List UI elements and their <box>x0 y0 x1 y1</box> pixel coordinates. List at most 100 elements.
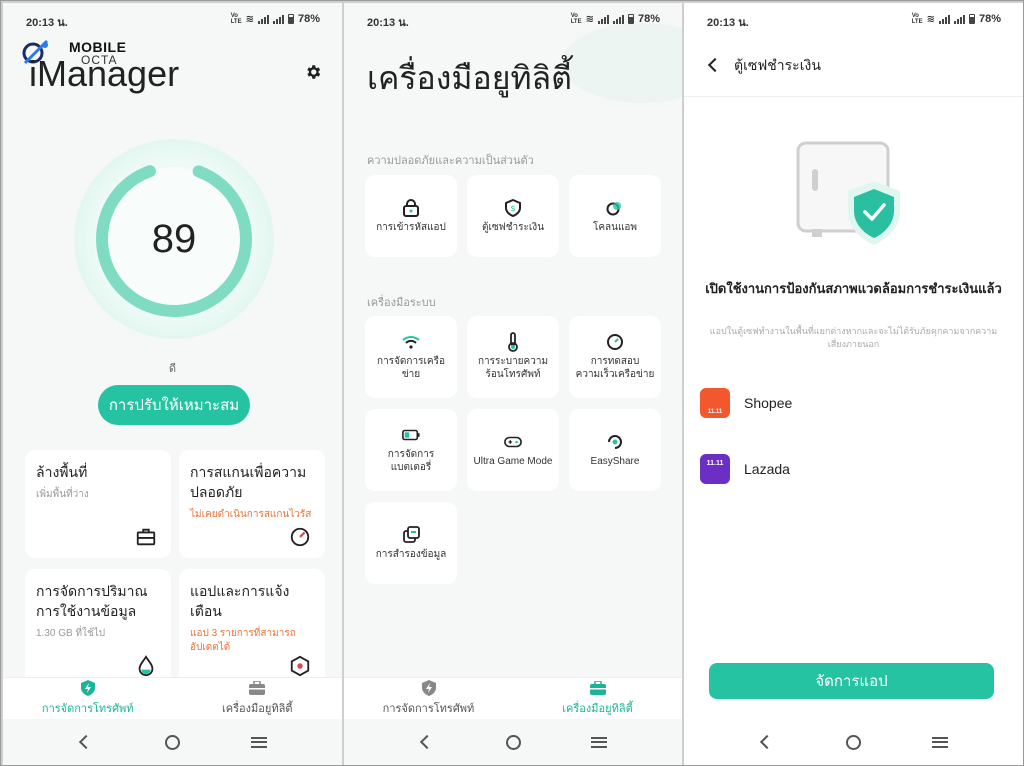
status-icons: Vo LTE ≋ 78% <box>231 13 320 25</box>
gear-icon[interactable] <box>304 63 322 81</box>
payment-safe-screen: 20:13 น. Vo LTE ≋ 78% ตู้เซฟชำระเงิน เปิด… <box>684 3 1023 765</box>
card-data-usage[interactable]: การจัดการปริมาณการใช้งานข้อมูล 1.30 GB ท… <box>25 569 171 689</box>
app-row-lazada[interactable]: 11.11 Lazada <box>700 452 790 486</box>
clone-icon <box>606 199 624 217</box>
system-navbar <box>344 719 682 765</box>
tool-label: การจัดการแบตเตอรี่ <box>387 449 435 473</box>
tool-phone-cooling[interactable]: การระบายความร้อนโทรศัพท์ <box>467 316 559 398</box>
gauge-icon <box>290 527 310 547</box>
card-title: การจัดการปริมาณการใช้งานข้อมูล <box>36 583 148 619</box>
nav-back-button[interactable] <box>407 727 447 757</box>
tool-app-encryption[interactable]: การเข้ารหัสแอป <box>365 175 457 257</box>
droplet-icon <box>138 655 154 677</box>
card-title: การสแกนเพื่อความปลอดภัย <box>190 464 307 500</box>
app-name: Shopee <box>744 395 793 411</box>
wifi-status-icon: ≋ <box>245 13 254 25</box>
health-score: 89 <box>151 217 197 261</box>
screenshot-frame: 20:13 น. Vo LTE ≋ 78% MOBILE OCTA iManage… <box>0 0 1024 766</box>
nav-back-button[interactable] <box>747 727 787 757</box>
signal-icon <box>257 14 269 24</box>
tab-label: การจัดการโทรศัพท์ <box>41 703 134 715</box>
nav-back-button[interactable] <box>66 727 106 757</box>
tab-phone-manager[interactable]: การจัดการโทรศัพท์ <box>3 678 173 719</box>
gamepad-icon <box>504 433 522 451</box>
tool-label: การสำรองข้อมูล <box>375 548 447 560</box>
home-icon <box>505 734 521 750</box>
score-label: ดี <box>168 363 177 375</box>
status-bar: 20:13 น. Vo LTE ≋ 78% <box>3 3 342 33</box>
tool-label: EasyShare <box>590 455 640 467</box>
bottom-tabs: การจัดการโทรศัพท์ เครื่องมือยูทิลิตี้ <box>344 677 682 719</box>
card-apps-notifications[interactable]: แอปและการแจ้งเตือน แอป 3 รายการที่สามารถ… <box>179 569 325 689</box>
status-time: 20:13 น. <box>707 17 749 29</box>
tab-label: การจัดการโทรศัพท์ <box>382 703 475 715</box>
backup-icon <box>402 525 420 544</box>
back-button[interactable] <box>707 57 723 73</box>
bottom-tabs: การจัดการโทรศัพท์ เครื่องมือยูทิลิตี้ <box>3 677 342 719</box>
menu-icon <box>591 736 607 748</box>
utility-tools-screen: 20:13 น. Vo LTE ≋ 78% เครื่องมือยูทิลิตี้… <box>344 3 682 765</box>
nav-home-button[interactable] <box>152 727 192 757</box>
page-title: ตู้เซฟชำระเงิน <box>734 57 821 73</box>
card-security-scan[interactable]: การสแกนเพื่อความปลอดภัย ไม่เคยดำเนินการส… <box>179 450 325 558</box>
nav-home-button[interactable] <box>493 727 533 757</box>
battery-status-icon <box>287 14 294 24</box>
toolbox-icon <box>589 680 606 696</box>
battery-percent: 78% <box>978 13 1001 25</box>
tool-label: การระบายความร้อนโทรศัพท์ <box>477 356 549 380</box>
signal-icon <box>612 14 624 24</box>
tool-network-management[interactable]: การจัดการเครือข่าย <box>365 316 457 398</box>
card-subtitle: เพิ่มพื้นที่ว่าง <box>36 489 89 500</box>
thermometer-icon <box>504 332 522 352</box>
battery-percent: 78% <box>637 13 660 25</box>
nav-recents-button[interactable] <box>239 727 279 757</box>
tool-label: การเข้ารหัสแอป <box>376 221 446 233</box>
signal-icon <box>938 14 950 24</box>
battery-status-icon <box>968 14 975 24</box>
card-clean-space[interactable]: ล้างพื้นที่ เพิ่มพื้นที่ว่าง <box>25 450 171 558</box>
nav-home-button[interactable] <box>833 727 873 757</box>
svg-text:$: $ <box>510 204 515 213</box>
menu-icon <box>250 736 267 748</box>
section-privacy: ความปลอดภัยและความเป็นส่วนตัว <box>367 155 534 167</box>
nav-recents-button[interactable] <box>579 727 619 757</box>
tab-utility-tools[interactable]: เครื่องมือยูทิลิตี้ <box>513 678 682 719</box>
status-bar: 20:13 น. Vo LTE ≋ 78% <box>344 3 682 33</box>
card-subtitle: 1.30 GB ที่ใช้ไป <box>36 628 106 639</box>
tab-utility-tools[interactable]: เครื่องมือยูทิลิตี้ <box>173 678 343 719</box>
battery-icon <box>402 426 420 444</box>
safe-shield-illustration <box>796 141 900 245</box>
app-row-shopee[interactable]: 11.11 Shopee <box>700 386 792 420</box>
app-title: iManager <box>29 53 180 94</box>
protection-heading: เปิดใช้งานการป้องกันสภาพแวดล้อมการชำระเง… <box>705 281 1002 296</box>
card-subtitle: แอป 3 รายการที่สามารถอัปเดตได้ <box>190 628 296 653</box>
card-subtitle: ไม่เคยดำเนินการสแกนไวรัส <box>190 509 312 520</box>
tool-payment-safe[interactable]: $ ตู้เซฟชำระเงิน <box>467 175 559 257</box>
nav-recents-button[interactable] <box>920 727 960 757</box>
tab-label: เครื่องมือยูทิลิตี้ <box>222 703 293 715</box>
tool-app-clone[interactable]: โคลนแอพ <box>569 175 661 257</box>
bolt-shield-icon <box>80 680 96 696</box>
wifi-status-icon: ≋ <box>926 13 935 25</box>
tool-battery-management[interactable]: การจัดการแบตเตอรี่ <box>365 409 457 491</box>
tool-network-speed-test[interactable]: การทดสอบความเร็วเครือข่าย <box>569 316 661 398</box>
manage-apps-button[interactable]: จัดการแอป <box>709 663 994 699</box>
app-badge: 11.11 <box>707 409 723 415</box>
hexagon-icon <box>290 655 310 677</box>
menu-icon <box>931 736 948 748</box>
tool-easyshare[interactable]: EasyShare <box>569 409 661 491</box>
status-icons: Vo LTE ≋ 78% <box>571 13 660 25</box>
lazada-icon: 11.11 <box>700 454 730 484</box>
page-title: เครื่องมือยูทิลิตี้ <box>367 60 572 96</box>
home-icon <box>164 734 180 750</box>
tab-phone-manager[interactable]: การจัดการโทรศัพท์ <box>344 678 513 719</box>
tool-ultra-game-mode[interactable]: Ultra Game Mode <box>467 409 559 491</box>
optimize-button[interactable]: การปรับให้เหมาะสม <box>98 385 250 425</box>
tool-backup[interactable]: การสำรองข้อมูล <box>365 502 457 584</box>
card-title: แอปและการแจ้งเตือน <box>190 583 290 619</box>
status-time: 20:13 น. <box>26 17 68 29</box>
health-score-ring: 89 <box>74 139 274 339</box>
easyshare-icon <box>606 433 624 451</box>
section-system-tools: เครื่องมือระบบ <box>367 297 436 309</box>
bolt-shield-icon <box>421 680 437 696</box>
